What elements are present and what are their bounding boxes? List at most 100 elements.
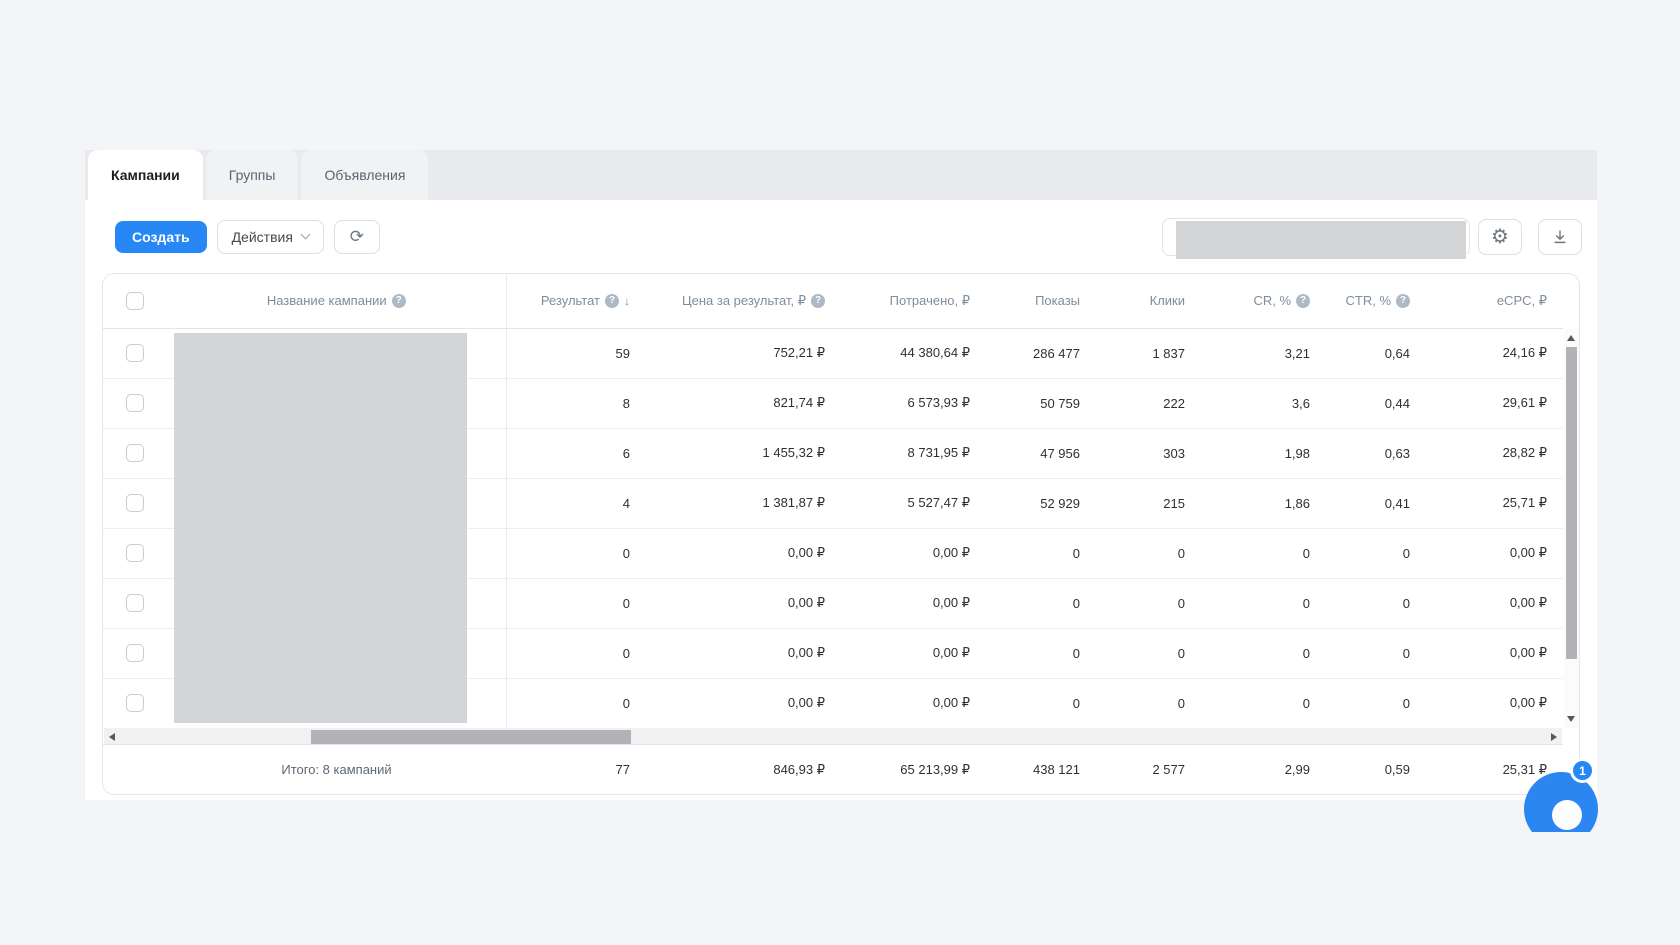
help-icon[interactable]: ?: [1396, 293, 1410, 308]
cell-clicks: 303: [1096, 427, 1201, 478]
row-checkbox[interactable]: [126, 494, 144, 512]
row-checkbox[interactable]: [126, 694, 144, 713]
column-header-name: Название кампании ?: [167, 274, 507, 329]
refresh-button[interactable]: ⟳: [333, 219, 380, 254]
row-checkbox[interactable]: [126, 444, 144, 462]
totals-impressions: 438 121: [1033, 762, 1080, 777]
cell-cost-per-result: 0,00 ₽: [646, 577, 841, 628]
row-checkbox[interactable]: [126, 394, 144, 412]
totals-cost-per-result: 846,93 ₽: [773, 761, 825, 777]
cell-ctr: 0: [1326, 627, 1426, 678]
search-input[interactable]: [1162, 217, 1470, 259]
cell-result: 0: [506, 627, 646, 678]
cell-spent: 8 731,95 ₽: [841, 427, 986, 478]
cell-result: 0: [506, 527, 646, 578]
select-all-checkbox[interactable]: [126, 291, 144, 310]
totals-spent: 65 213,99 ₽: [900, 761, 970, 777]
refresh-icon: ⟳: [349, 226, 365, 246]
cell-cost-per-result: 1 455,32 ₽: [646, 427, 841, 478]
toolbar: Создать Действия ⟳ ⚙: [85, 200, 1597, 273]
scroll-left-arrow[interactable]: [109, 733, 115, 741]
cell-cost-per-result: 1 381,87 ₽: [646, 477, 841, 528]
notification-badge: 1: [1570, 758, 1595, 783]
totals-label: Итого: 8 кампаний: [281, 762, 392, 777]
cell-clicks: 222: [1096, 377, 1201, 428]
cell-ctr: 0,63: [1326, 427, 1426, 478]
cell-clicks: 215: [1096, 477, 1201, 528]
cell-result: 0: [506, 577, 646, 628]
row-checkbox[interactable]: [126, 544, 144, 562]
cell-ctr: 0,41: [1326, 477, 1426, 528]
cell-spent: 6 573,93 ₽: [841, 377, 986, 428]
actions-button-label: Действия: [231, 228, 293, 245]
tab-groups[interactable]: Группы: [205, 150, 299, 200]
cell-clicks: 0: [1096, 627, 1201, 678]
column-header-result[interactable]: Результат ? ↓: [506, 274, 646, 329]
chat-widget[interactable]: 1: [1524, 758, 1606, 846]
cell-cr: 0: [1201, 677, 1326, 728]
help-icon[interactable]: ?: [605, 293, 619, 308]
cell-result: 8: [506, 377, 646, 428]
download-icon: [1554, 229, 1566, 243]
row-checkbox[interactable]: [126, 344, 144, 362]
cell-spent: 5 527,47 ₽: [841, 477, 986, 528]
cell-ctr: 0,44: [1326, 377, 1426, 428]
cell-cr: 0: [1201, 627, 1326, 678]
settings-button[interactable]: ⚙: [1478, 218, 1522, 255]
scroll-up-arrow[interactable]: [1567, 335, 1575, 341]
cell-impressions: 50 759: [986, 377, 1096, 428]
totals-cr: 2,99: [1284, 762, 1310, 777]
cell-ecpc: 24,16 ₽: [1502, 345, 1547, 360]
cell-ecpc: 0,00 ₽: [1426, 627, 1563, 678]
cell-result: 0: [506, 677, 646, 728]
tab-bar: Кампании Группы Объявления: [85, 150, 1597, 200]
totals-ctr: 0,59: [1384, 762, 1410, 777]
scroll-down-arrow[interactable]: [1567, 716, 1575, 722]
gear-icon: ⚙: [1491, 225, 1509, 248]
cell-cr: 3,21: [1284, 345, 1310, 361]
sort-desc-icon: ↓: [624, 293, 630, 308]
cell-impressions: 286 477: [1033, 345, 1080, 361]
create-button[interactable]: Создать: [115, 220, 207, 253]
tab-ads[interactable]: Объявления: [301, 150, 429, 200]
row-checkbox[interactable]: [126, 644, 144, 662]
cell-ctr: 0: [1326, 577, 1426, 628]
column-header-clicks: Клики: [1096, 274, 1201, 329]
cell-clicks: 1 837: [1152, 345, 1185, 361]
tab-campaigns[interactable]: Кампании: [88, 150, 203, 200]
cell-clicks: 0: [1096, 577, 1201, 628]
campaigns-table-card: Название кампании ? Результат ? ↓ Цена з…: [102, 273, 1580, 795]
actions-button[interactable]: Действия: [216, 219, 324, 254]
cell-impressions: 0: [986, 577, 1096, 628]
cell-spent: 0,00 ₽: [841, 677, 986, 728]
redaction-block: [1176, 220, 1466, 259]
help-icon[interactable]: ?: [811, 293, 825, 308]
cell-cost-per-result: 0,00 ₽: [646, 527, 841, 578]
cell-spent: 44 380,64 ₽: [900, 345, 970, 360]
vertical-scroll-thumb[interactable]: [1566, 347, 1577, 659]
cell-result: 6: [506, 427, 646, 478]
table-header-row: Название кампании ? Результат ? ↓ Цена з…: [103, 274, 1563, 329]
cell-ecpc: 28,82 ₽: [1426, 427, 1563, 478]
totals-row: Итого: 8 кампаний 77 846,93 ₽ 65 213,99 …: [103, 744, 1563, 794]
scroll-right-arrow[interactable]: [1551, 733, 1557, 741]
cell-cost-per-result: 752,21 ₽: [773, 345, 825, 360]
download-button[interactable]: [1538, 218, 1582, 255]
column-header-impressions: Показы: [986, 274, 1096, 329]
cell-ecpc: 0,00 ₽: [1426, 577, 1563, 628]
cell-impressions: 0: [986, 527, 1096, 578]
cell-impressions: 0: [986, 627, 1096, 678]
column-header-ecpc: eCPC, ₽: [1426, 274, 1563, 329]
vertical-scrollbar[interactable]: [1564, 329, 1579, 728]
cell-ecpc: 0,00 ₽: [1426, 677, 1563, 728]
cell-ctr: 0: [1326, 677, 1426, 728]
totals-clicks: 2 577: [1152, 762, 1185, 777]
cell-ecpc: 29,61 ₽: [1426, 377, 1563, 428]
help-icon[interactable]: ?: [391, 293, 406, 308]
row-checkbox[interactable]: [126, 594, 144, 612]
horizontal-scroll-thumb[interactable]: [311, 730, 631, 744]
cell-cost-per-result: 0,00 ₽: [646, 627, 841, 678]
totals-result: 77: [615, 762, 630, 777]
help-icon[interactable]: ?: [1296, 293, 1310, 308]
cell-spent: 0,00 ₽: [841, 527, 986, 578]
